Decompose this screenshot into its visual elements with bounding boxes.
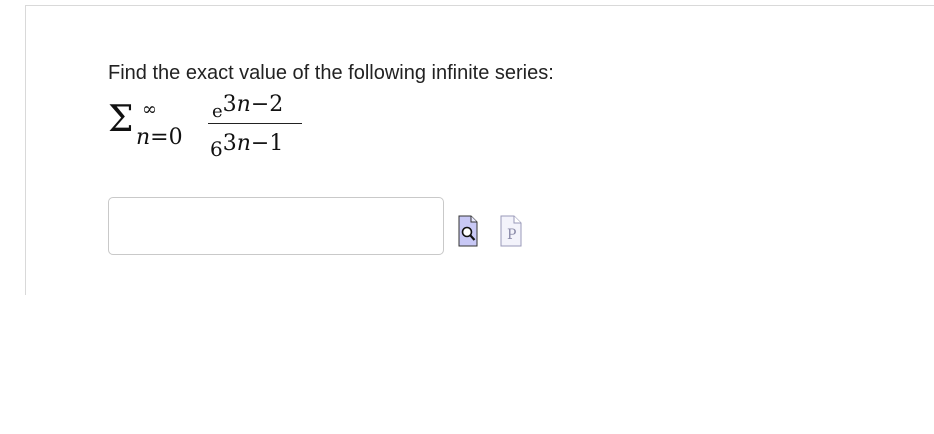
- fraction-denominator: 63n−1: [210, 130, 284, 161]
- answer-input[interactable]: [108, 197, 444, 255]
- lower-limit-variable: n: [136, 125, 151, 150]
- magnifier-preview-icon[interactable]: [458, 215, 478, 247]
- series-expression: Σ ∞ n=0 e3n−2 63n−1: [108, 90, 328, 161]
- denominator-exponent-tail: −1: [250, 131, 284, 156]
- numerator-exponent-tail: −2: [250, 92, 284, 117]
- lower-limit: n=0: [136, 126, 183, 150]
- left-divider: [25, 5, 26, 295]
- top-divider: [26, 5, 934, 6]
- denominator-exponent: 3n−1: [223, 131, 284, 156]
- question-prompt: Find the exact value of the following in…: [108, 62, 554, 84]
- syntax-help-icon[interactable]: P: [500, 215, 522, 247]
- denominator-exponent-variable: n: [236, 131, 251, 156]
- fraction-bar: [208, 123, 302, 124]
- numerator-exponent: 3n−2: [223, 92, 284, 117]
- numerator-base: e: [212, 101, 223, 122]
- denominator-base: 6: [210, 137, 223, 161]
- fraction-numerator: e3n−2: [212, 92, 284, 122]
- denominator-exponent-lead: 3: [222, 131, 237, 156]
- lower-limit-value: =0: [150, 125, 183, 150]
- syntax-help-letter: P: [507, 227, 516, 243]
- numerator-exponent-lead: 3: [222, 92, 237, 117]
- numerator-exponent-variable: n: [236, 92, 251, 117]
- upper-limit: ∞: [142, 99, 157, 120]
- summation-symbol: Σ: [108, 99, 134, 140]
- series-term-fraction: e3n−2 63n−1: [208, 90, 304, 161]
